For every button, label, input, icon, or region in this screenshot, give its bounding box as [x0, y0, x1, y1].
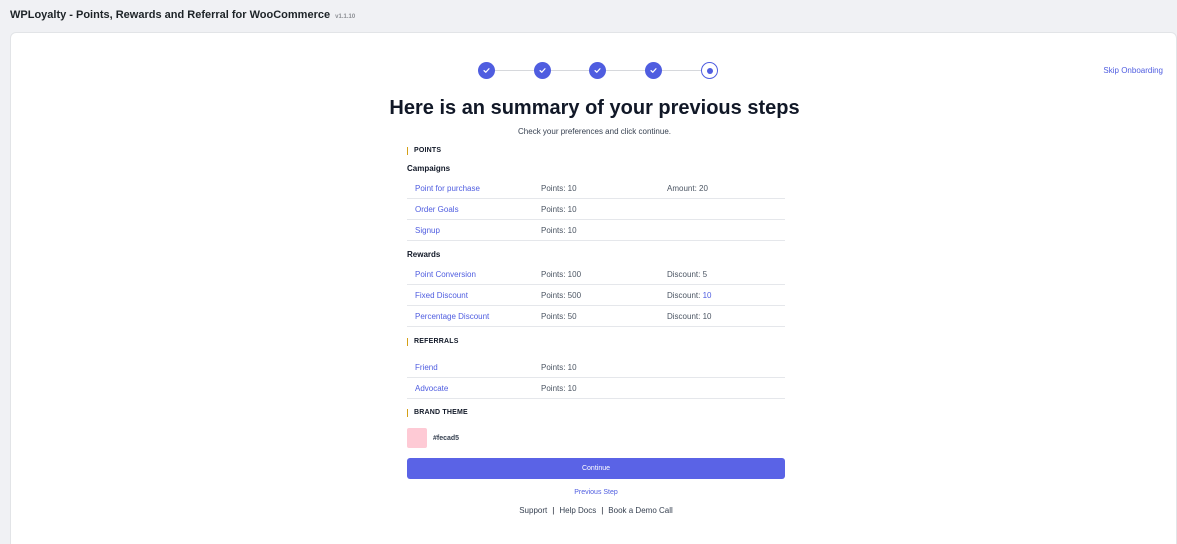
progress-stepper	[478, 62, 720, 80]
section-title-referrals: REFERRALS	[407, 338, 785, 346]
discount-value: 10	[702, 290, 712, 300]
reward-discount: Discount: 10	[667, 312, 712, 321]
brand-color-row: #fecad5	[407, 428, 785, 448]
footer-links: Support | Help Docs | Book a Demo Call	[407, 506, 785, 515]
step-connector	[495, 70, 534, 71]
color-hex-label: #fecad5	[433, 434, 460, 442]
summary-panel: POINTS Campaigns Point for purchase Poin…	[407, 146, 785, 515]
campaign-amount: Amount: 20	[667, 183, 708, 193]
campaigns-title: Campaigns	[407, 164, 451, 173]
discount-label: Discount:	[667, 269, 701, 279]
app-title: WPLoyalty - Points, Rewards and Referral…	[10, 9, 355, 21]
onboarding-card: Skip Onboarding Here is an summary of yo…	[10, 32, 1177, 544]
reward-name-link[interactable]: Percentage Discount	[415, 312, 541, 321]
step-5-current[interactable]	[701, 62, 718, 79]
step-connector	[606, 70, 645, 71]
reward-points: Points: 100	[541, 269, 582, 279]
table-row: Order Goals Points: 10	[407, 199, 785, 220]
campaign-name-link[interactable]: Point for purchase	[415, 184, 541, 193]
discount-value: 5	[702, 269, 708, 279]
referral-points: Points: 10	[541, 383, 577, 393]
reward-points: Points: 500	[541, 290, 582, 300]
table-row: Fixed Discount Points: 500 Discount: 10	[407, 285, 785, 306]
reward-points: Points: 50	[541, 311, 577, 321]
reward-discount: Discount: 10	[667, 291, 712, 300]
app-title-text: WPLoyalty - Points, Rewards and Referral…	[10, 9, 331, 21]
table-row: Friend Points: 10	[407, 357, 785, 378]
step-connector	[662, 70, 701, 71]
table-row: Percentage Discount Points: 50 Discount:…	[407, 306, 785, 327]
campaign-name-link[interactable]: Order Goals	[415, 205, 541, 214]
current-step-dot-icon	[706, 67, 713, 74]
discount-value: 10	[702, 311, 712, 321]
check-icon	[594, 68, 601, 73]
step-1-complete[interactable]	[478, 62, 495, 79]
step-2-complete[interactable]	[534, 62, 551, 79]
page-subtitle: Check your preferences and click continu…	[518, 127, 671, 136]
campaign-points: Points: 10	[541, 204, 577, 214]
reward-name-link[interactable]: Point Conversion	[415, 270, 541, 279]
table-row: Signup Points: 10	[407, 220, 785, 241]
campaign-points: Points: 10	[541, 183, 577, 193]
skip-onboarding-link[interactable]: Skip Onboarding	[1103, 66, 1163, 75]
version-badge: v1.1.10	[335, 14, 356, 20]
footer-separator: |	[601, 506, 604, 515]
table-row: Point Conversion Points: 100 Discount: 5	[407, 264, 785, 285]
reward-name-link[interactable]: Fixed Discount	[415, 291, 541, 300]
campaign-points: Points: 10	[541, 225, 577, 235]
table-row: Point for purchase Points: 10 Amount: 20	[407, 178, 785, 199]
referral-name-link[interactable]: Friend	[415, 363, 541, 372]
check-icon	[539, 68, 546, 73]
color-swatch[interactable]	[407, 428, 427, 448]
check-icon	[650, 68, 657, 73]
support-link[interactable]: Support	[519, 506, 547, 515]
campaign-name-link[interactable]: Signup	[415, 226, 541, 235]
help-docs-link[interactable]: Help Docs	[559, 506, 596, 515]
reward-discount: Discount: 5	[667, 270, 707, 279]
section-title-brand-theme: BRAND THEME	[407, 409, 785, 417]
book-demo-link[interactable]: Book a Demo Call	[608, 506, 672, 515]
footer-separator: |	[552, 506, 555, 515]
discount-label: Discount:	[667, 290, 701, 300]
discount-label: Discount:	[667, 311, 701, 321]
step-4-complete[interactable]	[645, 62, 662, 79]
referral-points: Points: 10	[541, 362, 577, 372]
previous-step-link[interactable]: Previous Step	[407, 489, 785, 496]
page-title: Here is an summary of your previous step…	[389, 97, 800, 119]
step-3-complete[interactable]	[589, 62, 606, 79]
step-connector	[551, 70, 589, 71]
referral-name-link[interactable]: Advocate	[415, 384, 541, 393]
check-icon	[483, 68, 490, 73]
table-row: Advocate Points: 10	[407, 378, 785, 399]
section-title-points: POINTS	[407, 147, 785, 155]
continue-button[interactable]: Continue	[407, 458, 785, 479]
rewards-title: Rewards	[407, 250, 441, 259]
